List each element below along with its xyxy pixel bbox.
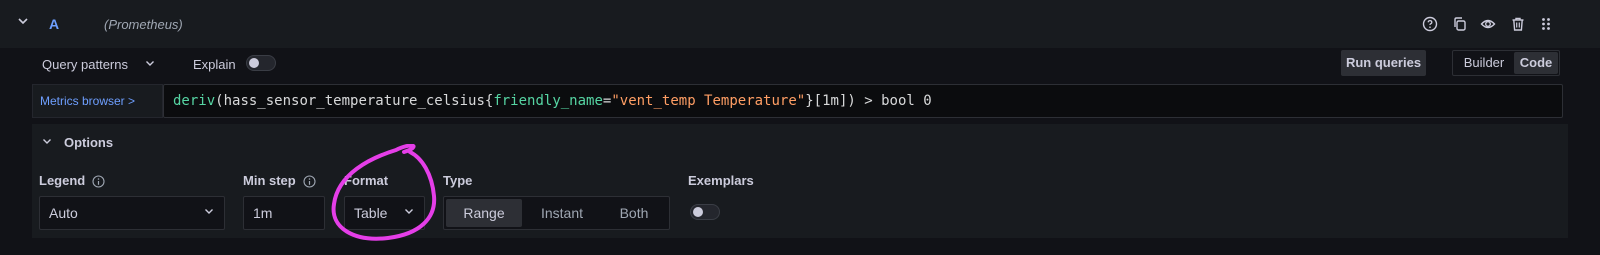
help-icon[interactable] [1420, 14, 1440, 34]
run-queries-button[interactable]: Run queries [1341, 50, 1426, 76]
type-range-option[interactable]: Range [446, 199, 522, 227]
code-mode-button[interactable]: Code [1514, 52, 1558, 74]
min-step-input[interactable]: 1m [243, 196, 325, 230]
type-label: Type [443, 173, 473, 188]
query-metric: hass_sensor_temperature_celsius [223, 93, 485, 109]
legend-select[interactable]: Auto [39, 196, 225, 230]
format-highlight-annotation [331, 144, 437, 241]
min-step-label: Min step [243, 173, 296, 188]
query-label-key: friendly_name [493, 93, 603, 109]
eye-icon[interactable] [1478, 14, 1498, 34]
legend-chevron-icon [204, 197, 214, 229]
drag-handle-icon[interactable] [1536, 14, 1556, 34]
legend-label: Legend [39, 173, 86, 188]
options-title[interactable]: Options [64, 134, 113, 152]
collapse-chevron-icon[interactable] [16, 15, 30, 29]
query-row-header [0, 0, 1600, 48]
query-brace-close: } [805, 93, 814, 109]
min-step-info-icon[interactable] [303, 175, 316, 188]
query-label-value: "vent_temp Temperature" [611, 93, 806, 109]
query-patterns-label[interactable]: Query patterns [42, 56, 128, 74]
explain-label: Explain [193, 57, 236, 72]
query-patterns-chevron-icon[interactable] [145, 56, 155, 74]
datasource-name: (Prometheus) [104, 17, 183, 32]
min-step-value: 1m [253, 205, 273, 221]
metrics-browser-button[interactable]: Metrics browser > [32, 84, 163, 118]
query-function: deriv [173, 93, 216, 109]
exemplars-label: Exemplars [688, 173, 754, 188]
trash-icon[interactable] [1508, 14, 1528, 34]
legend-value: Auto [49, 205, 78, 221]
type-both-option[interactable]: Both [600, 199, 668, 227]
query-paren: ( [215, 93, 224, 109]
options-chevron-icon[interactable] [42, 134, 52, 152]
copy-icon[interactable] [1450, 14, 1470, 34]
query-letter[interactable]: A [49, 15, 59, 33]
type-instant-option[interactable]: Instant [524, 199, 600, 227]
query-rest: [1m]) > bool 0 [813, 93, 932, 109]
exemplars-toggle[interactable] [690, 204, 720, 220]
builder-mode-button[interactable]: Builder [1456, 52, 1512, 74]
explain-toggle[interactable] [246, 55, 276, 71]
promql-query-input[interactable]: deriv(hass_sensor_temperature_celsius{fr… [163, 84, 1563, 118]
legend-info-icon[interactable] [92, 175, 105, 188]
